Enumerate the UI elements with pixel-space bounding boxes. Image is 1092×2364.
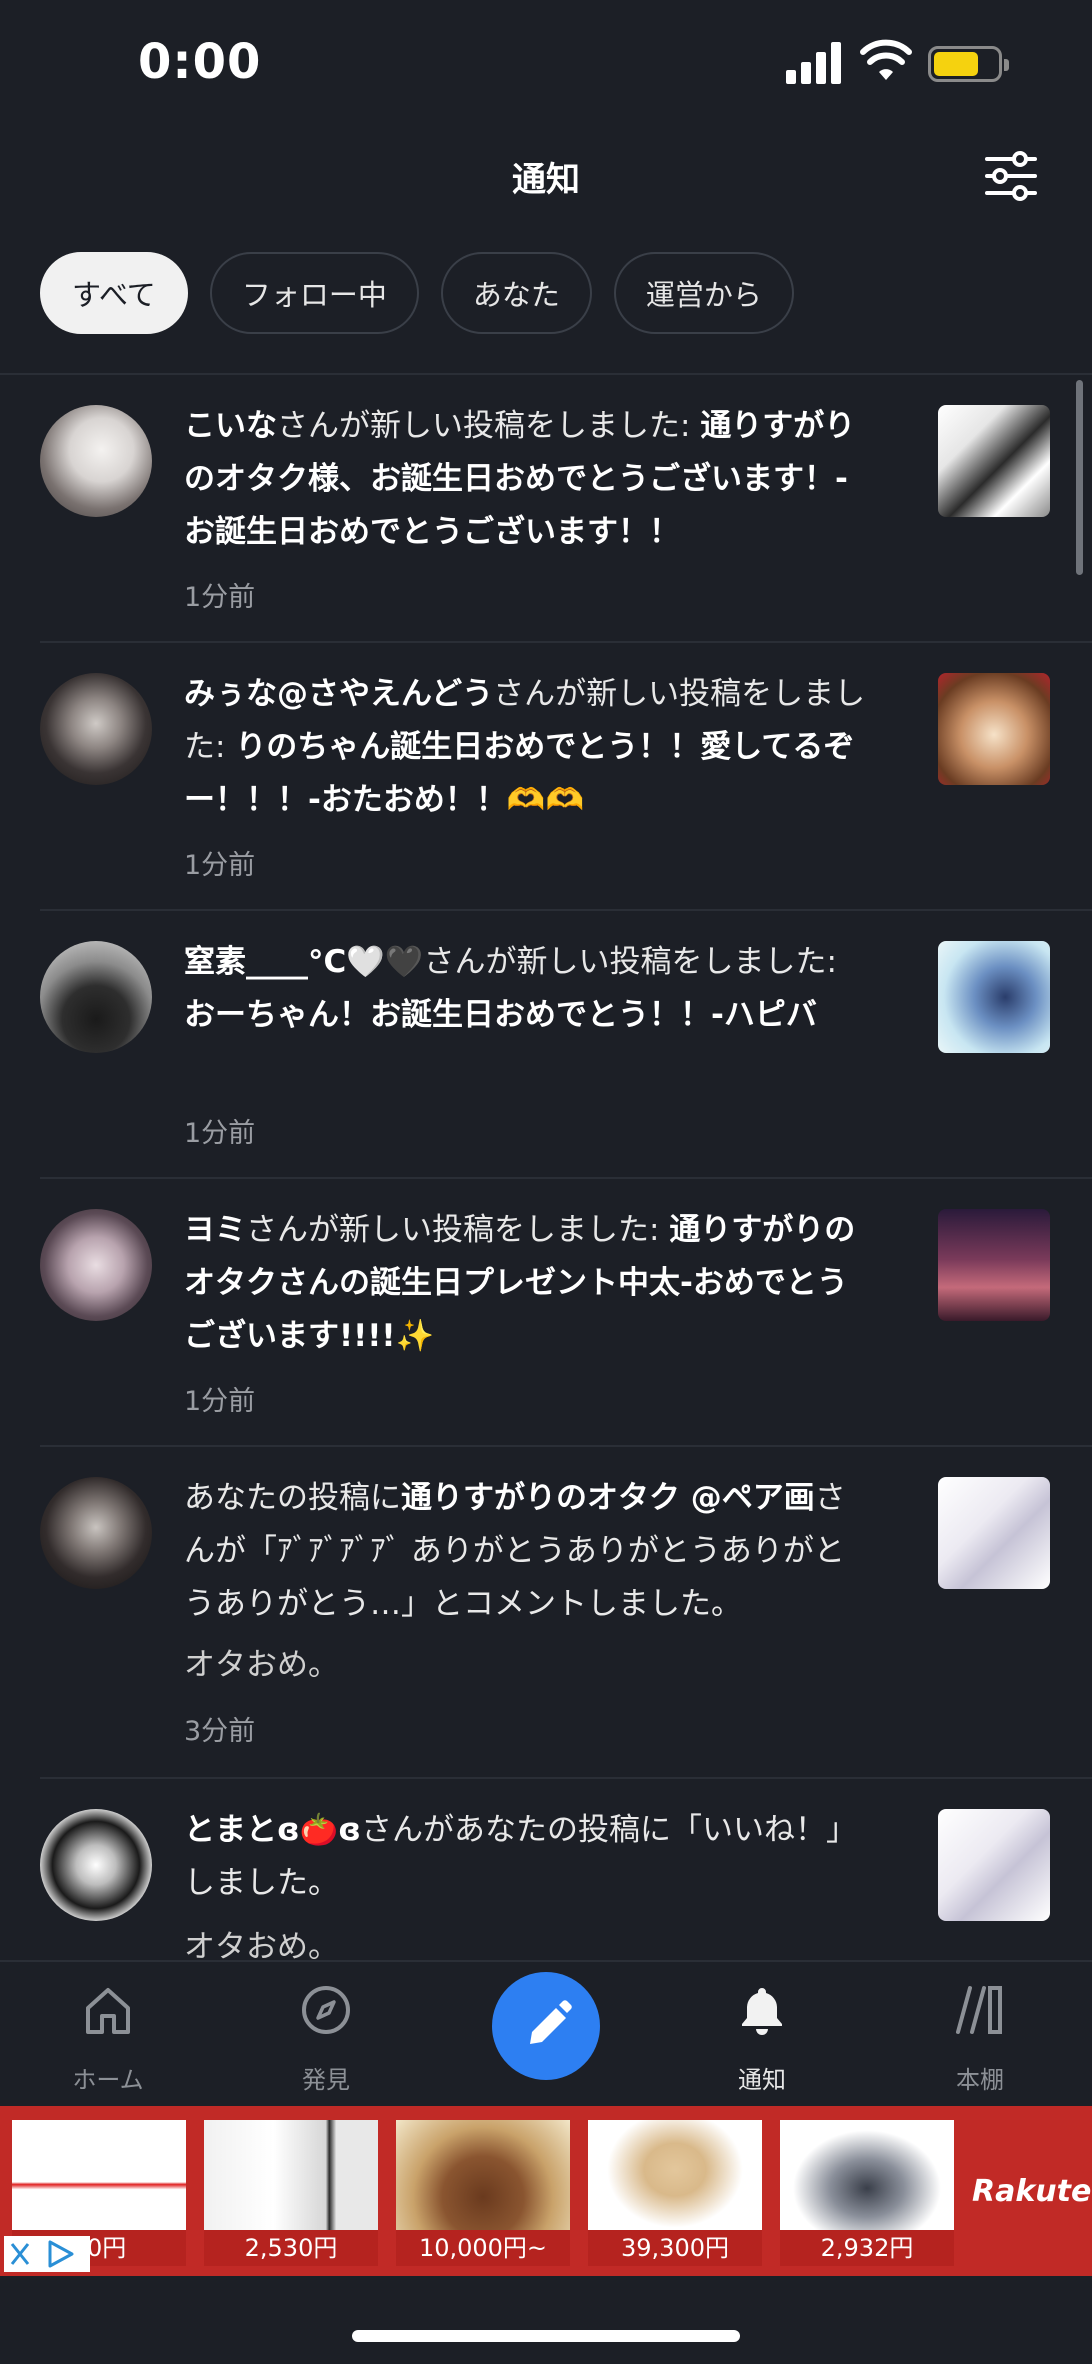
- notification-item[interactable]: 窒素____°C🤍🖤さんが新しい投稿をしました: おーちゃん！お誕生日おめでとう…: [0, 911, 1092, 1179]
- comment-text: オタおめ。: [184, 1647, 339, 1683]
- tab-official[interactable]: 運営から: [613, 252, 794, 334]
- ad-choices-icon: [10, 2240, 74, 2268]
- avatar[interactable]: [40, 1477, 152, 1589]
- notification-text: ヨミさんが新しい投稿をしました: 通りすがりのオタクさんの誕生日プレゼント中太-…: [184, 1212, 856, 1354]
- notification-item[interactable]: あなたの投稿に通りすがりのオタク @ペア画さんが「ｱﾞｱﾞｱﾞｱﾞ ありがとうあ…: [0, 1447, 1092, 1779]
- battery-icon: [928, 46, 1009, 82]
- scrollbar[interactable]: [1076, 380, 1083, 575]
- notification-item[interactable]: こいなさんが新しい投稿をしました: 通りすがりのオタク様、お誕生日おめでとうござ…: [0, 375, 1092, 643]
- notification-item[interactable]: とまとɞ🍅ɞさんがあなたの投稿に「いいね！」しました。 オタおめ。: [0, 1779, 1092, 1960]
- ad-item[interactable]: [588, 2120, 762, 2244]
- status-bar: 0:00: [0, 0, 1092, 130]
- avatar[interactable]: [40, 673, 152, 785]
- ad-price: 10,000円~: [396, 2230, 570, 2266]
- ad-item[interactable]: [12, 2120, 186, 2244]
- page-title: 通知: [512, 160, 580, 200]
- tab-all[interactable]: すべて: [40, 252, 188, 334]
- notification-text: こいなさんが新しい投稿をしました: 通りすがりのオタク様、お誕生日おめでとうござ…: [184, 408, 856, 550]
- nav-notifications[interactable]: 通知: [692, 1962, 832, 2108]
- notification-time: 1分前: [184, 850, 256, 881]
- bell-icon: [742, 1988, 782, 2035]
- tab-you[interactable]: あなた: [440, 252, 592, 334]
- notification-list[interactable]: こいなさんが新しい投稿をしました: 通りすがりのオタク様、お誕生日おめでとうござ…: [0, 375, 1092, 1960]
- post-thumbnail[interactable]: [938, 1809, 1050, 1921]
- post-text: オタおめ。: [184, 1929, 339, 1960]
- post-thumbnail[interactable]: [938, 1477, 1050, 1589]
- post-thumbnail[interactable]: [938, 941, 1050, 1053]
- notification-text: 窒素____°C🤍🖤さんが新しい投稿をしました: おーちゃん！お誕生日おめでとう…: [184, 944, 837, 1033]
- post-thumbnail[interactable]: [938, 1209, 1050, 1321]
- notification-text: あなたの投稿に通りすがりのオタク @ペア画さんが「ｱﾞｱﾞｱﾞｱﾞ ありがとうあ…: [184, 1480, 846, 1622]
- post-thumbnail[interactable]: [938, 673, 1050, 785]
- ad-price: 2,932円: [780, 2230, 954, 2266]
- bookshelf-icon: [956, 1986, 1002, 2034]
- tab-following[interactable]: フォロー中: [209, 252, 419, 334]
- compass-icon: [302, 1986, 350, 2034]
- nav-label: 通知: [738, 2066, 786, 2094]
- ad-brand-logo: Rakuten: [972, 2174, 1092, 2209]
- home-indicator[interactable]: [352, 2330, 740, 2342]
- ad-price: 39,300円: [588, 2230, 762, 2266]
- nav-label: ホーム: [72, 2066, 144, 2094]
- ad-banner[interactable]: 60円 2,530円 10,000円~ 39,300円 2,932円 Rakut…: [0, 2106, 1092, 2276]
- compose-button[interactable]: [492, 1972, 600, 2080]
- post-thumbnail[interactable]: [938, 405, 1050, 517]
- avatar[interactable]: [40, 405, 152, 517]
- ad-price: 2,530円: [204, 2230, 378, 2266]
- signal-icon: [786, 40, 842, 84]
- notification-time: 1分前: [184, 582, 256, 613]
- ad-item[interactable]: [396, 2120, 570, 2244]
- pencil-icon: [530, 2000, 572, 2044]
- avatar[interactable]: [40, 1809, 152, 1921]
- notification-time: 1分前: [184, 1118, 256, 1149]
- status-time: 0:00: [138, 34, 262, 90]
- nav-label: 本棚: [956, 2066, 1004, 2094]
- notification-text: みぅな@さやえんどうさんが新しい投稿をしました: りのちゃん誕生日おめでとう！！…: [184, 676, 866, 818]
- nav-label: 発見: [302, 2066, 350, 2094]
- ad-item[interactable]: [780, 2120, 954, 2244]
- filter-tabs: すべて フォロー中 あなた 運営から: [40, 252, 794, 334]
- wifi-icon: [860, 39, 912, 80]
- avatar[interactable]: [40, 1209, 152, 1321]
- ad-close-button[interactable]: [4, 2236, 90, 2272]
- ad-item[interactable]: [204, 2120, 378, 2244]
- notification-text: とまとɞ🍅ɞさんがあなたの投稿に「いいね！」しました。: [184, 1812, 857, 1901]
- nav-discover[interactable]: 発見: [256, 1962, 396, 2108]
- home-icon: [86, 1988, 130, 2034]
- notification-item[interactable]: ヨミさんが新しい投稿をしました: 通りすがりのオタクさんの誕生日プレゼント中太-…: [0, 1179, 1092, 1447]
- filter-settings-icon[interactable]: [984, 150, 1038, 202]
- notification-item[interactable]: みぅな@さやえんどうさんが新しい投稿をしました: りのちゃん誕生日おめでとう！！…: [0, 643, 1092, 911]
- avatar[interactable]: [40, 941, 152, 1053]
- notification-time: 3分前: [184, 1716, 256, 1747]
- nav-bookshelf[interactable]: 本棚: [910, 1962, 1050, 2108]
- notification-time: 1分前: [184, 1386, 256, 1417]
- nav-home[interactable]: ホーム: [38, 1962, 178, 2108]
